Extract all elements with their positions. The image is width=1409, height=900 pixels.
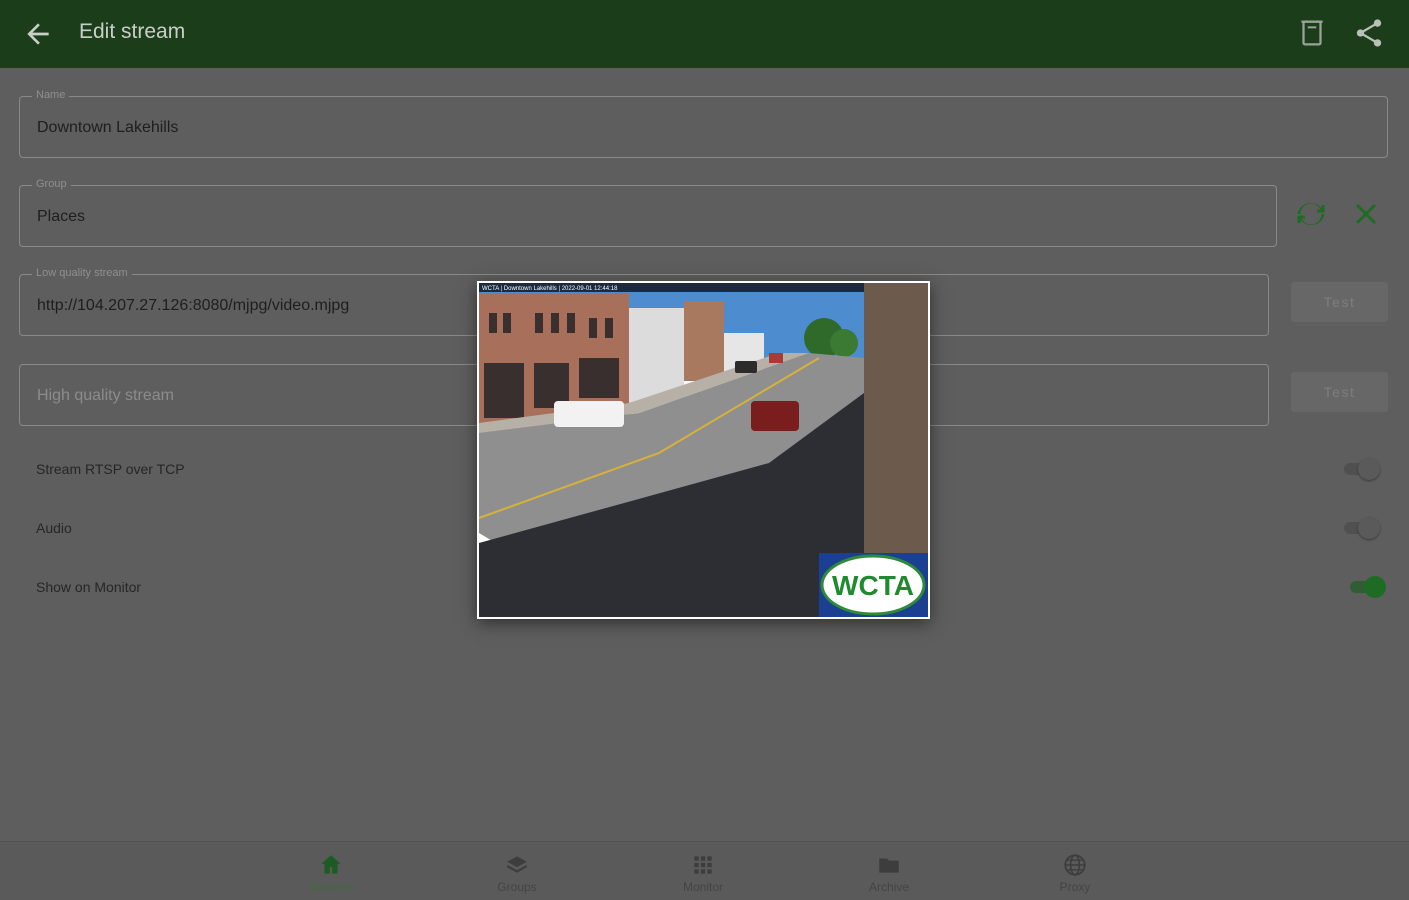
home-icon [321, 855, 341, 874]
nav-archive-label: Archive [868, 880, 909, 894]
delete-icon[interactable] [1295, 16, 1329, 50]
grid-icon [694, 856, 712, 874]
name-field-value: Downtown Lakehills [37, 119, 179, 136]
share-icon[interactable] [1352, 16, 1386, 50]
nav-monitor-label: Monitor [682, 880, 723, 894]
arrow-back-icon[interactable] [22, 18, 54, 50]
app-bar: Edit stream [0, 0, 1409, 68]
show-on-monitor-toggle[interactable] [1346, 575, 1386, 599]
audio-toggle[interactable] [1340, 516, 1380, 540]
low-quality-stream-value: http://104.207.27.126:8080/mjpg/video.mj… [37, 297, 350, 314]
nav-proxy-label: Proxy [1059, 880, 1091, 894]
test-low-quality-button[interactable]: Test [1291, 282, 1388, 322]
group-field-label: Group [32, 178, 71, 190]
camera-preview-image: WCTA WCTA | Downtown Lakehills | 2022-09… [479, 283, 928, 617]
nav-streams-label: Streams [308, 880, 354, 894]
name-field[interactable]: Name Downtown Lakehills [19, 89, 1388, 158]
test-high-quality-button[interactable]: Test [1291, 372, 1388, 412]
group-field-value: Places [37, 208, 86, 225]
nav-groups[interactable]: Groups [462, 852, 572, 894]
layers-icon [506, 856, 528, 873]
low-quality-stream-label: Low quality stream [32, 267, 132, 279]
rtsp-tcp-toggle[interactable] [1340, 457, 1380, 481]
nav-archive[interactable]: Archive [834, 852, 944, 894]
wcta-logo-text: WCTA [832, 570, 914, 601]
globe-icon [1064, 854, 1086, 876]
camera-overlay-text: WCTA | Downtown Lakehills | 2022-09-01 1… [482, 286, 618, 292]
show-on-monitor-label: Show on Monitor [36, 579, 142, 595]
nav-monitor[interactable]: Monitor [648, 852, 758, 894]
page-title: Edit stream [79, 20, 186, 43]
high-quality-stream-placeholder: High quality stream [37, 387, 174, 404]
stream-preview-dialog[interactable]: WCTA WCTA | Downtown Lakehills | 2022-09… [477, 281, 930, 619]
nav-proxy[interactable]: Proxy [1020, 852, 1130, 894]
nav-streams[interactable]: Streams [276, 852, 386, 894]
close-icon[interactable] [1348, 196, 1384, 232]
refresh-icon[interactable] [1293, 196, 1329, 232]
name-field-label: Name [32, 89, 70, 101]
group-field[interactable]: Group Places [19, 178, 1277, 247]
nav-groups-label: Groups [497, 880, 537, 894]
rtsp-tcp-label: Stream RTSP over TCP [36, 461, 185, 477]
audio-label: Audio [36, 520, 72, 536]
bottom-navigation: Streams Groups Monitor Archive Proxy [0, 841, 1409, 900]
folder-icon [879, 858, 899, 873]
